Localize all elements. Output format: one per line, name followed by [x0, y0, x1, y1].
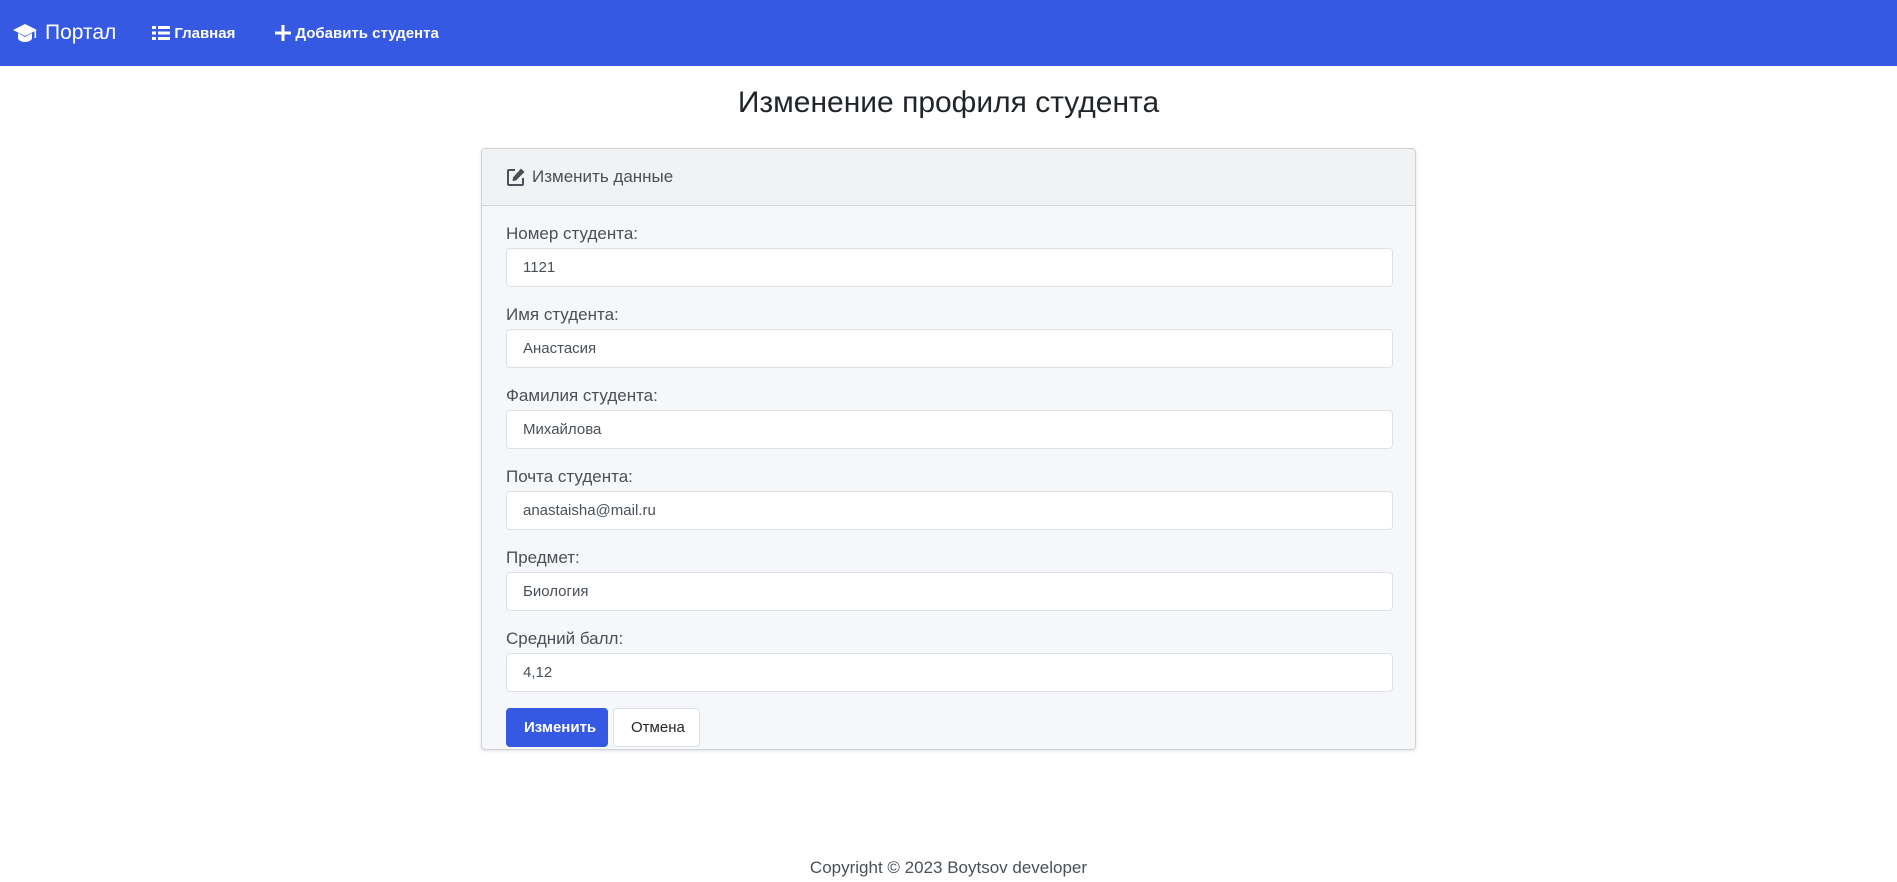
- student-number-label: Номер студента:: [506, 224, 638, 243]
- student-last-name-field: Фамилия студента:: [506, 386, 1393, 449]
- student-email-field: Почта студента:: [506, 467, 1393, 530]
- top-navbar: Портал Главная Добавить студента: [0, 0, 1897, 66]
- student-number-field: Номер студента:: [506, 224, 1393, 287]
- save-button[interactable]: Изменить: [506, 708, 608, 747]
- brand-label: Портал: [45, 21, 117, 44]
- student-last-name-label: Фамилия студента:: [506, 386, 658, 405]
- nav-home-label: Главная: [174, 24, 236, 42]
- student-first-name-field: Имя студента:: [506, 305, 1393, 368]
- page-title: Изменение профиля студента: [737, 86, 1160, 119]
- edit-icon: [507, 168, 525, 186]
- brand-link[interactable]: Портал: [12, 21, 116, 45]
- average-score-field: Средний балл:: [506, 629, 1393, 692]
- student-first-name-input[interactable]: [506, 329, 1393, 368]
- card-header-label: Изменить данные: [532, 167, 674, 186]
- plus-icon: [275, 25, 292, 41]
- average-score-label: Средний балл:: [506, 629, 624, 648]
- cancel-button[interactable]: Отмена: [613, 708, 700, 747]
- nav-add-student-link[interactable]: Добавить студента: [275, 24, 439, 42]
- nav-home-link[interactable]: Главная: [152, 25, 235, 42]
- average-score-input[interactable]: [506, 653, 1393, 692]
- form-buttons: Изменить Отмена: [506, 708, 1391, 747]
- student-last-name-input[interactable]: [506, 410, 1393, 449]
- edit-student-form: Номер студента: Имя студента: Фамилия ст…: [482, 206, 1415, 747]
- graduation-cap-icon: [13, 24, 37, 42]
- student-email-input[interactable]: [506, 491, 1393, 530]
- subject-label: Предмет:: [506, 548, 580, 567]
- subject-input[interactable]: [506, 572, 1393, 611]
- subject-field: Предмет:: [506, 548, 1393, 611]
- student-email-label: Почта студента:: [506, 467, 633, 486]
- list-icon: [152, 26, 171, 40]
- footer-copyright: Copyright © 2023 Boytsov developer: [809, 858, 1088, 877]
- student-first-name-label: Имя студента:: [506, 305, 619, 324]
- card-header: Изменить данные: [482, 149, 1415, 206]
- student-number-input[interactable]: [506, 248, 1393, 287]
- nav-add-student-label: Добавить студента: [295, 24, 439, 42]
- edit-student-card: Изменить данные Номер студента: Имя студ…: [481, 148, 1416, 750]
